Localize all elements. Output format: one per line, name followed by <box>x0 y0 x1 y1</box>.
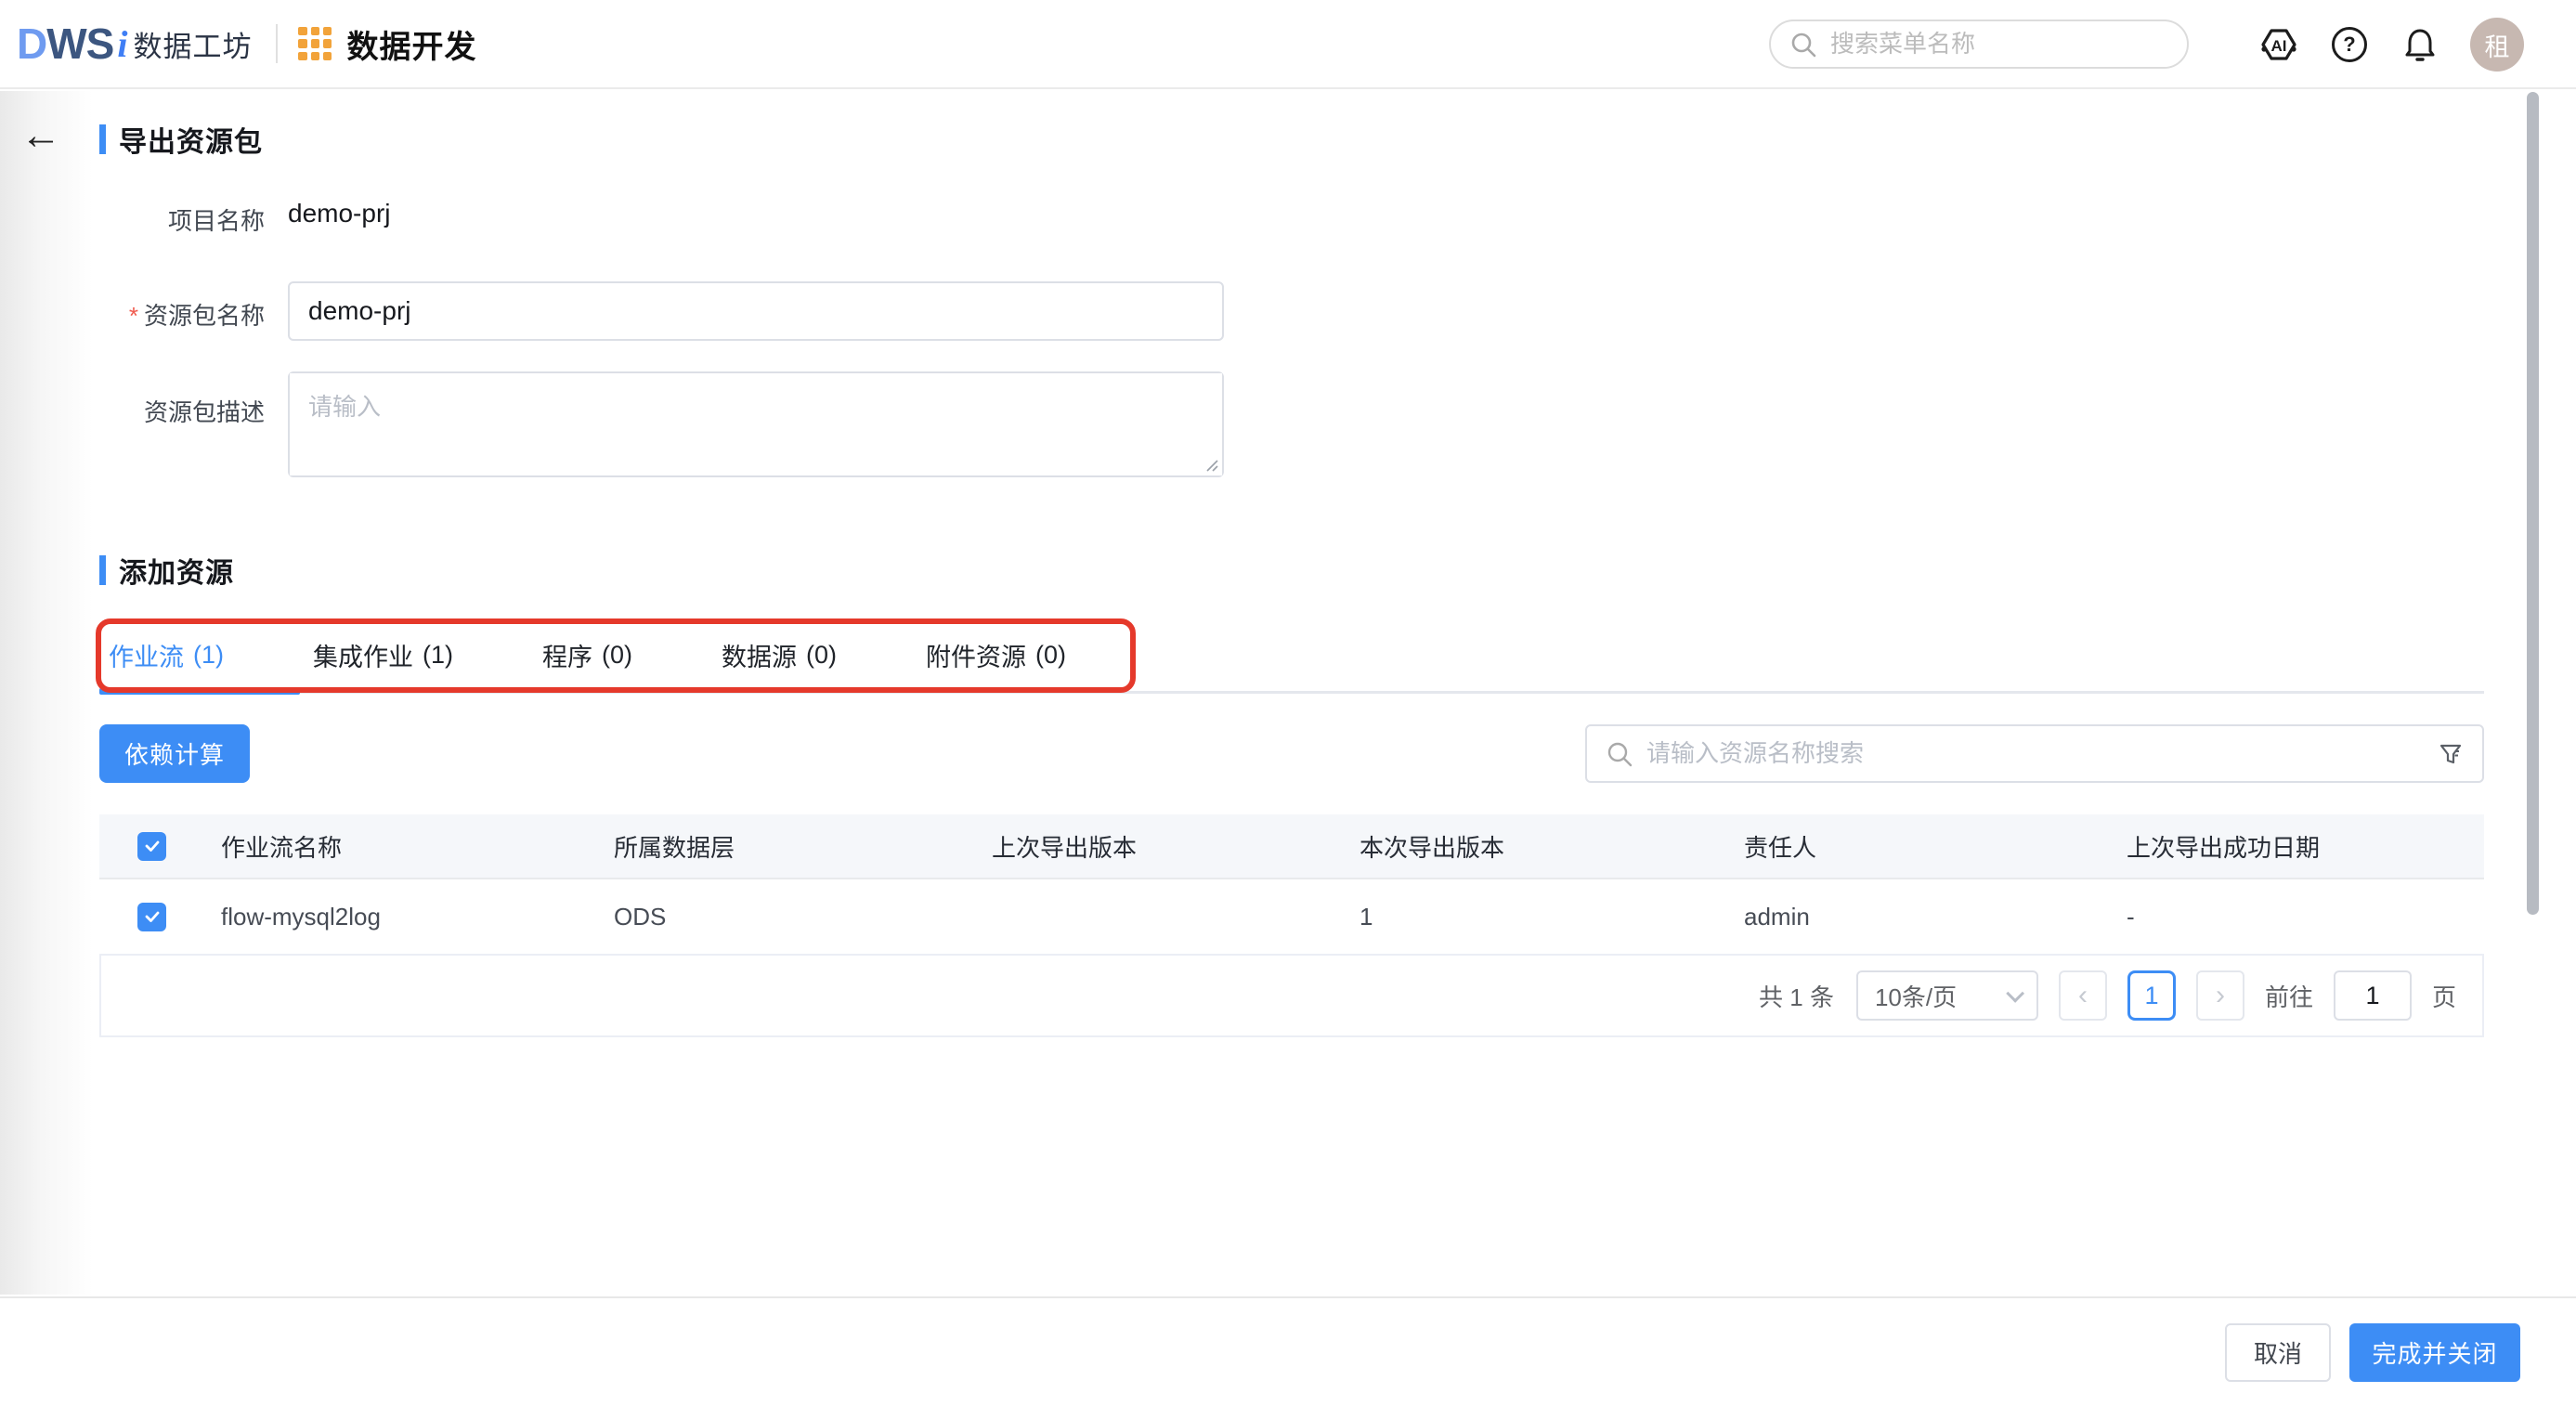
goto-page-input[interactable] <box>2334 970 2412 1021</box>
dependency-calc-button[interactable]: 依赖计算 <box>99 724 250 783</box>
cancel-button[interactable]: 取消 <box>2225 1323 2331 1382</box>
user-avatar[interactable]: 租 <box>2470 18 2524 72</box>
active-tab-underline <box>99 688 300 695</box>
notification-bell-icon[interactable] <box>2400 24 2440 65</box>
cell-workflow-name: flow-mysql2log <box>221 903 614 931</box>
page-unit-label: 页 <box>2432 979 2456 1013</box>
tabs-track-line <box>99 691 2484 694</box>
tab-datasource[interactable]: 数据源(0) <box>712 637 846 673</box>
col-header-last-success-date: 上次导出成功日期 <box>2127 829 2484 864</box>
left-gutter <box>0 91 93 1295</box>
project-name-label: 项目名称 <box>23 202 265 237</box>
add-resources-title-row: 添加资源 <box>99 550 234 591</box>
search-icon <box>1789 31 1817 59</box>
total-count-label: 共 1 条 <box>1759 979 1834 1013</box>
svg-text:?: ? <box>2343 33 2355 56</box>
package-name-input[interactable] <box>288 281 1224 341</box>
package-desc-field <box>288 371 1224 477</box>
col-header-workflow-name: 作业流名称 <box>221 829 614 864</box>
search-icon <box>1606 740 1633 768</box>
add-resources-title: 添加资源 <box>119 550 234 591</box>
pagination-bar: 共 1 条 10条/页 ‹ 1 › 前往 页 <box>99 956 2484 1037</box>
workflow-table: 作业流名称 所属数据层 上次导出版本 本次导出版本 责任人 上次导出成功日期 f… <box>99 814 2484 1037</box>
page-size-select[interactable]: 10条/页 <box>1856 970 2038 1021</box>
ai-assistant-icon[interactable]: AI <box>2258 24 2299 65</box>
tab-program[interactable]: 程序(0) <box>533 637 642 673</box>
cell-owner: admin <box>1744 903 2127 931</box>
title-accent-bar <box>99 124 106 154</box>
filter-icon[interactable] <box>2438 741 2464 767</box>
resource-search-box[interactable] <box>1585 724 2484 783</box>
brand-suffix: 数据工坊 <box>133 23 252 65</box>
tab-integration-job[interactable]: 集成作业(1) <box>304 637 462 673</box>
app-title: 数据开发 <box>346 21 476 67</box>
logo-letter-i: i <box>117 22 127 66</box>
current-page-button[interactable]: 1 <box>2127 970 2176 1021</box>
package-desc-textarea[interactable] <box>290 373 1222 475</box>
cell-data-layer: ODS <box>614 903 992 931</box>
prev-page-button[interactable]: ‹ <box>2059 970 2107 1021</box>
brand-logo[interactable]: DWSi 数据工坊 数据开发 <box>17 19 476 69</box>
app-grid-icon <box>298 27 332 60</box>
project-name-value: demo-prj <box>288 199 390 228</box>
footer-action-bar: 取消 完成并关闭 <box>0 1296 2576 1406</box>
select-all-checkbox[interactable] <box>137 832 166 861</box>
section-accent-bar <box>99 555 106 585</box>
col-header-current-export-version: 本次导出版本 <box>1360 829 1744 864</box>
top-header: DWSi 数据工坊 数据开发 AI <box>0 0 2576 89</box>
resource-search-input[interactable] <box>1646 739 2438 768</box>
package-desc-label: 资源包描述 <box>23 394 265 428</box>
row-checkbox[interactable] <box>137 903 166 931</box>
svg-text:AI: AI <box>2271 37 2287 55</box>
vertical-scrollbar-thumb[interactable] <box>2527 92 2539 915</box>
logo-letter-d: D <box>17 19 46 69</box>
brand-divider <box>276 24 278 63</box>
menu-search-input[interactable] <box>1830 30 2146 59</box>
export-resource-package-screen: DWSi 数据工坊 数据开发 AI <box>0 0 2576 1406</box>
page-title: 导出资源包 <box>119 119 263 160</box>
next-page-button[interactable]: › <box>2196 970 2244 1021</box>
back-button[interactable]: ← <box>15 110 67 162</box>
textarea-resize-handle[interactable] <box>1203 457 1218 472</box>
package-name-label: *资源包名称 <box>23 297 265 332</box>
header-icons: AI ? 租 <box>2258 0 2524 89</box>
required-asterisk: * <box>129 302 138 330</box>
menu-search-box[interactable] <box>1769 20 2189 69</box>
finish-and-close-button[interactable]: 完成并关闭 <box>2349 1323 2520 1382</box>
tab-attachment[interactable]: 附件资源(0) <box>917 637 1075 673</box>
cell-current-export-version: 1 <box>1360 903 1744 931</box>
help-icon[interactable]: ? <box>2329 24 2370 65</box>
chevron-down-icon <box>2006 984 2024 1003</box>
resource-tabs: 作业流(1) 集成作业(1) 程序(0) 数据源(0) 附件资源(0) <box>99 624 2484 685</box>
logo-letters-ws: WS <box>46 19 113 69</box>
table-header-row: 作业流名称 所属数据层 上次导出版本 本次导出版本 责任人 上次导出成功日期 <box>99 814 2484 879</box>
col-header-data-layer: 所属数据层 <box>614 829 992 864</box>
table-row[interactable]: flow-mysql2log ODS 1 admin - <box>99 879 2484 956</box>
cell-last-success-date: - <box>2127 903 2484 931</box>
goto-label: 前往 <box>2265 979 2313 1013</box>
col-header-last-export-version: 上次导出版本 <box>992 829 1360 864</box>
page-title-row: 导出资源包 <box>99 119 263 160</box>
tab-workflow[interactable]: 作业流(1) <box>99 637 233 673</box>
col-header-owner: 责任人 <box>1744 829 2127 864</box>
